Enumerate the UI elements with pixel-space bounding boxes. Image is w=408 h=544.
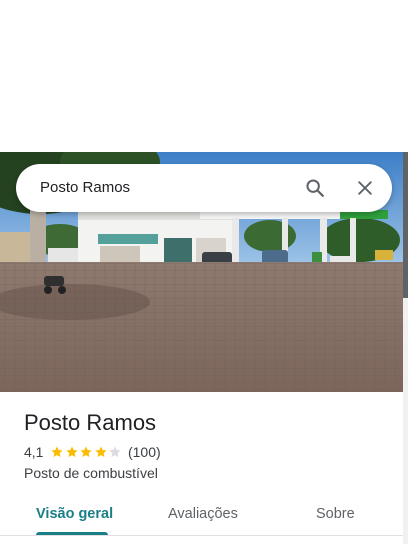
review-count[interactable]: (100) — [128, 444, 161, 460]
tab-overview[interactable]: Visão geral — [36, 504, 113, 524]
search-input[interactable]: Posto Ramos — [40, 178, 130, 198]
star-icon — [66, 446, 78, 458]
star-icon — [80, 446, 93, 458]
rating-value: 4,1 — [24, 444, 44, 460]
star-icon — [51, 446, 64, 458]
tab-divider — [0, 535, 403, 536]
tab-reviews[interactable]: Avaliações — [168, 504, 238, 524]
tab-about[interactable]: Sobre — [316, 504, 355, 524]
place-title: Posto Ramos — [24, 410, 157, 435]
map-blank-area — [0, 0, 408, 152]
star-icon — [109, 446, 122, 458]
rating-stars — [50, 445, 123, 459]
place-tabs: Visão geral Avaliações Sobre — [0, 494, 403, 538]
star-icon — [95, 446, 107, 458]
rating-row[interactable]: 4,1 (100) — [24, 443, 161, 461]
place-category[interactable]: Posto de combustível — [24, 464, 158, 482]
search-icon[interactable] — [303, 176, 327, 200]
scrollbar[interactable] — [403, 152, 408, 544]
scrollbar-thumb[interactable] — [403, 152, 408, 298]
search-bar[interactable]: Posto Ramos — [16, 164, 392, 212]
close-icon[interactable] — [353, 176, 377, 200]
